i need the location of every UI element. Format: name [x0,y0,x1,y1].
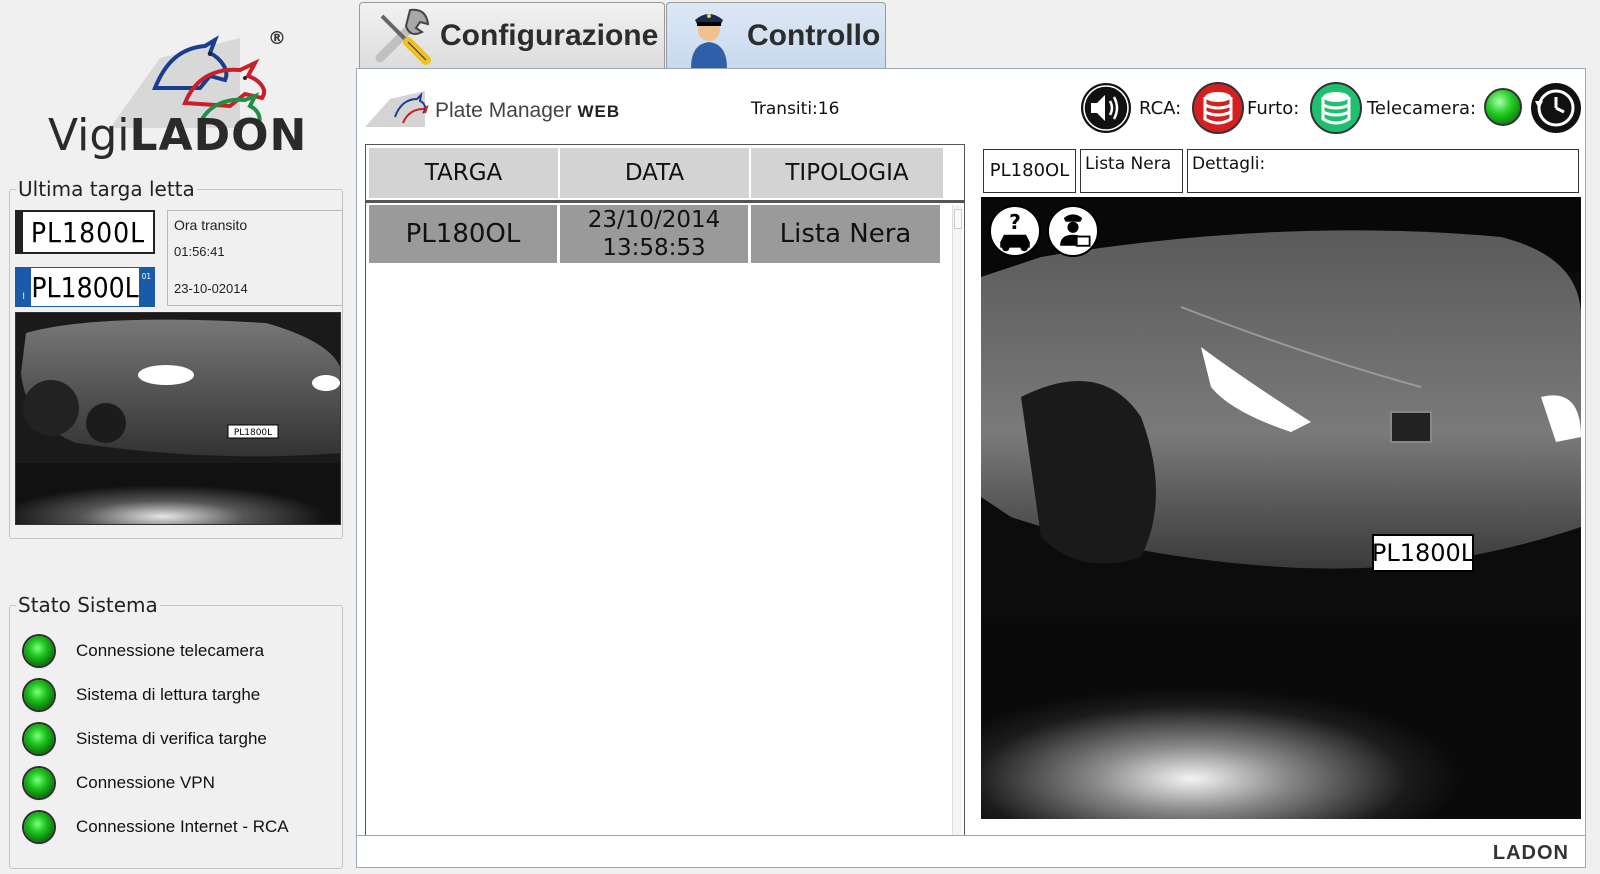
status-item-plate-reading: Sistema di lettura targhe [24,680,260,710]
police-officer-icon [691,14,727,68]
green-led-icon [24,724,54,754]
history-clock-icon[interactable] [1529,81,1583,135]
column-header-tipologia[interactable]: TIPOLOGIA [751,148,943,198]
tab-controllo-label: Controllo [747,19,881,52]
table-cell-plate[interactable]: PL180OL [369,205,560,263]
detail-type: Lista Nera [1080,149,1183,193]
vigiladon-logo: ® VigiLADON [40,18,306,168]
plate-read-image: I PL1800L 01 [15,267,155,307]
last-plate-title: Ultima targa letta [16,177,197,201]
rca-label: RCA: [1139,98,1182,119]
plate-crop-image: PL1800L [15,210,155,254]
green-led-icon [24,680,54,710]
plate-in-camera-image: PL1800L [1372,539,1475,567]
header-bar: Plate Manager WEB Transiti:16 RCA: Furto… [357,69,1585,149]
furto-label: Furto: [1247,98,1300,119]
unknown-vehicle-icon[interactable]: ? [989,205,1041,257]
detail-plate: PL180OL [983,149,1076,193]
green-led-icon [24,768,54,798]
last-plate-camera-image: PL1800L [15,312,341,525]
logo-wordmark: VigiLADON [48,110,308,161]
system-status-group: Stato Sistema Connessione telecamera Sis… [9,593,343,869]
eu-band: I [16,268,32,306]
column-header-data[interactable]: DATA [560,148,751,198]
footer-bar: LADON [357,835,1585,867]
speaker-icon[interactable] [1079,81,1133,135]
status-item-plate-verification: Sistema di verifica targhe [24,724,267,754]
transit-counter: Transiti:16 [751,99,840,119]
tab-configurazione[interactable]: Configurazione [359,2,665,69]
database-green-icon[interactable] [1309,81,1363,135]
status-item-internet-rca: Connessione Internet - RCA [24,812,289,842]
camera-label: Telecamera: [1367,98,1477,119]
transit-time-value: 01:56:41 [174,244,225,259]
column-header-targa[interactable]: TARGA [369,148,560,198]
product-name: Plate Manager WEB [435,99,621,122]
green-led-icon [24,812,54,842]
table-cell-date[interactable]: 23/10/2014 13:58:53 [560,205,751,263]
transit-camera-image: PL1800L ? [981,197,1581,819]
scroll-thumb[interactable] [954,209,962,229]
green-led-icon [24,636,54,666]
camera-status-led-icon [1484,88,1522,126]
tab-configurazione-label: Configurazione [440,19,659,52]
year-band: 01 [138,268,154,306]
system-status-title: Stato Sistema [16,593,160,617]
transit-info-box: Ora transito 01:56:41 23-10-02014 [167,210,343,306]
tab-controllo[interactable]: Controllo [666,2,886,69]
status-item-vpn: Connessione VPN [24,768,215,798]
status-item-camera: Connessione telecamera [24,636,264,666]
police-check-icon[interactable] [1047,205,1099,257]
table-cell-type[interactable]: Lista Nera [751,205,940,263]
database-red-icon[interactable] [1191,81,1245,135]
table-scrollbar[interactable] [952,205,962,845]
control-panel: Plate Manager WEB Transiti:16 RCA: Furto… [356,68,1586,868]
footer-ladon-logo: LADON [1492,842,1569,864]
detail-details: Dettagli: [1187,149,1579,193]
header-divider [366,200,964,203]
transit-date-value: 23-10-02014 [174,281,248,296]
transit-time-label: Ora transito [174,217,248,233]
tools-icon [375,8,431,65]
svg-text:?: ? [1009,210,1021,234]
registered-mark: ® [268,28,286,49]
last-plate-group: Ultima targa letta PL1800L I PL1800L 01 … [9,177,343,539]
transits-table: TARGA DATA TIPOLOGIA PL180OL 23/10/2014 … [365,144,965,849]
small-plate-in-image: PL1800L [234,428,272,438]
